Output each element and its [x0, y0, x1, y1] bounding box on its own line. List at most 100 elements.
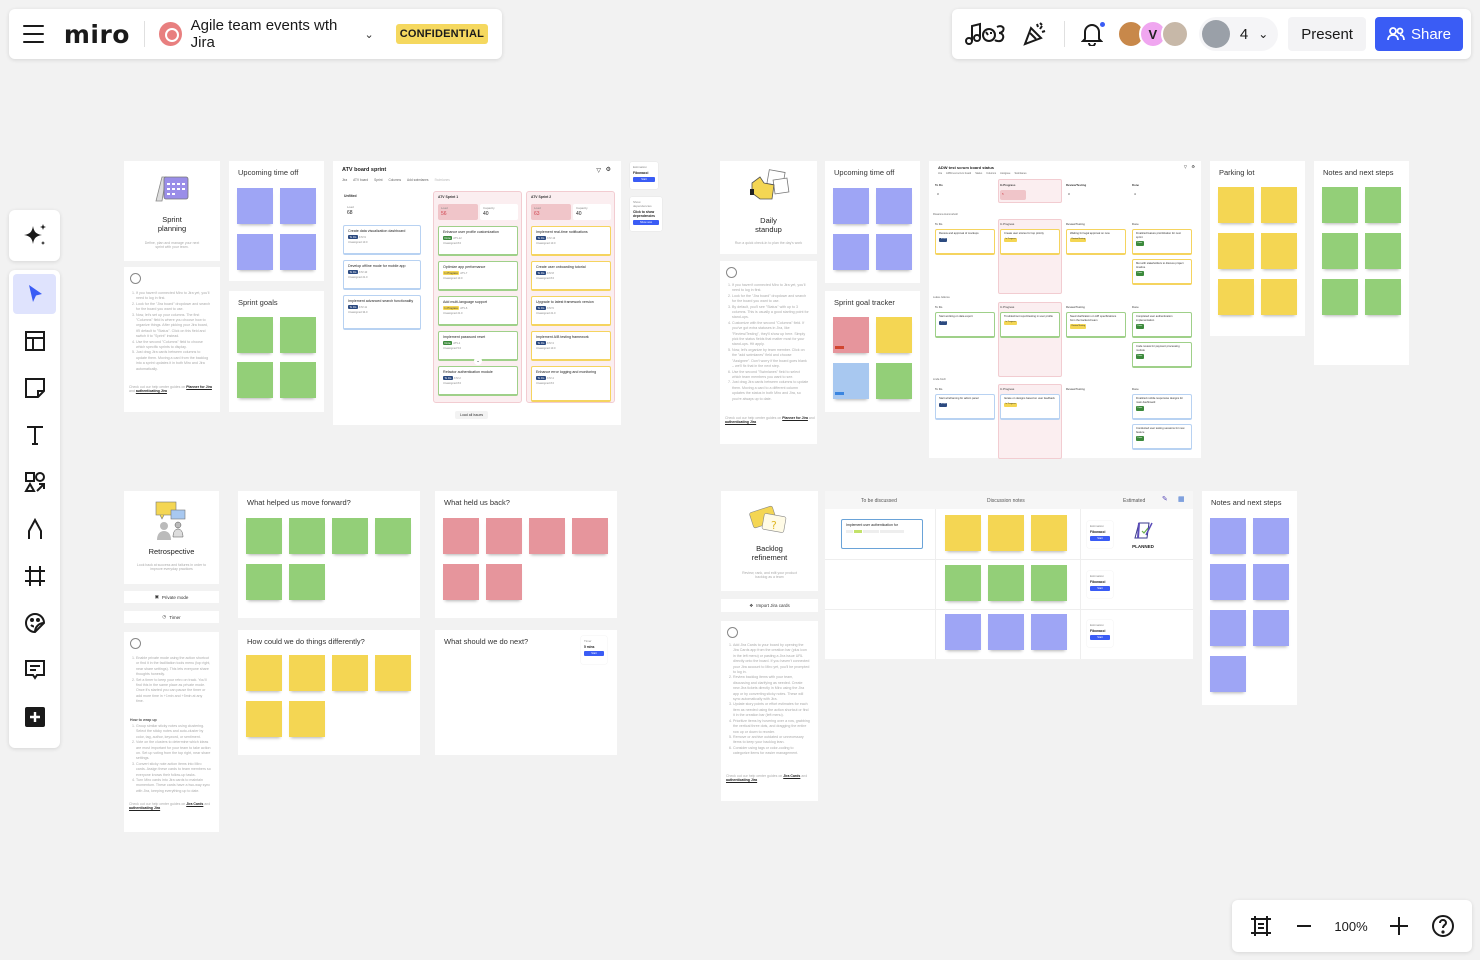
jira-card[interactable]: Implement A/B testing framework To Do AT…: [531, 331, 611, 361]
sticky-note[interactable]: [1031, 565, 1067, 601]
sticky-note[interactable]: [876, 234, 912, 270]
jira-card[interactable]: Create user stories for top priority In P…: [1000, 229, 1060, 255]
atv-board-sprint[interactable]: ATV board sprint ▽ ⚙ Jira ATV board Spri…: [333, 161, 621, 425]
sticky-note[interactable]: [988, 565, 1024, 601]
sticky-note[interactable]: [375, 518, 411, 554]
timer-widget[interactable]: Timer 5 mins Start: [581, 636, 607, 664]
sticky-note[interactable]: [246, 518, 282, 554]
sticky-note[interactable]: [833, 363, 869, 399]
jira-card[interactable]: Met with stakeholders to discuss project…: [1132, 259, 1192, 285]
sticky-note[interactable]: [876, 363, 912, 399]
present-button[interactable]: Present: [1288, 17, 1366, 51]
sticky-note[interactable]: [375, 655, 411, 691]
sticky-note[interactable]: [237, 317, 273, 353]
estimation-widget[interactable]: Estimation Fibonacci Start: [1087, 571, 1113, 598]
sticky-note[interactable]: [945, 565, 981, 601]
sticky-note[interactable]: [280, 362, 316, 398]
filter-columns[interactable]: Columns: [388, 178, 401, 182]
sticky-note[interactable]: [988, 515, 1024, 551]
sticky-note[interactable]: [1210, 656, 1246, 692]
adw-scrum-board[interactable]: ADW test scrum board status ▽ ⚙ Jira ADW…: [929, 161, 1201, 459]
frame-tool[interactable]: [13, 556, 56, 596]
stickers-tool[interactable]: [13, 603, 56, 643]
sticky-note[interactable]: [1261, 187, 1297, 223]
sticky-note[interactable]: [529, 518, 565, 554]
sticky-note[interactable]: [833, 234, 869, 270]
dependencies-widget[interactable]: Show dependencies Click to show dependen…: [630, 197, 662, 231]
sticky-note[interactable]: [945, 614, 981, 650]
start-timer-button[interactable]: Start: [584, 651, 604, 656]
filter-icon[interactable]: ▽: [1184, 164, 1187, 169]
sticky-note[interactable]: [1218, 187, 1254, 223]
jira-card[interactable]: Add multi-language support In Progress A…: [438, 296, 518, 326]
help-link[interactable]: authenticating Jira: [725, 420, 756, 424]
filter-swimlanes-2[interactable]: Swimlanes: [434, 178, 449, 182]
sticky-note[interactable]: [237, 234, 273, 270]
jira-card[interactable]: Implement advanced search functionality …: [343, 295, 421, 330]
sticky-note[interactable]: [833, 317, 869, 353]
confidential-badge[interactable]: CONFIDENTIAL: [395, 24, 489, 44]
start-estimation-button[interactable]: Start: [1090, 586, 1110, 591]
sticky-note[interactable]: [246, 701, 282, 737]
jira-card[interactable]: Finalized feature prioritization for nex…: [1132, 229, 1192, 255]
main-menu-icon[interactable]: [23, 25, 44, 43]
sticky-note[interactable]: [332, 655, 368, 691]
help-link[interactable]: authenticating Jira: [726, 778, 757, 782]
help-link[interactable]: Planner for Jira: [186, 385, 212, 389]
expand-chevron-icon[interactable]: ⌄: [474, 357, 482, 365]
jira-card[interactable]: Create user onboarding tutorial To Do AT…: [531, 261, 611, 291]
sticky-note[interactable]: [289, 518, 325, 554]
sticky-note[interactable]: [443, 564, 479, 600]
estimation-widget[interactable]: Estimation Fibonacci Start: [1087, 620, 1113, 647]
jira-card[interactable]: Conducted user testing sessions for new …: [1132, 424, 1192, 450]
upcoming-time-off-frame[interactable]: Upcoming time off: [825, 161, 920, 283]
sticky-note[interactable]: [876, 188, 912, 224]
sticky-note[interactable]: [1253, 610, 1289, 646]
sticky-note[interactable]: [443, 518, 479, 554]
private-mode-button[interactable]: ▣ Private mode: [124, 591, 219, 603]
backlog-intro[interactable]: ? Backlog refinement Review, rank, and e…: [721, 491, 818, 591]
retrospective-instructions[interactable]: Enable private mode using the action sho…: [124, 632, 219, 832]
filter-board[interactable]: ATV board: [353, 178, 368, 182]
retrospective-intro[interactable]: Retrospective Look back at success and f…: [124, 491, 219, 584]
sprint-goal-tracker-frame[interactable]: Sprint goal tracker: [825, 291, 920, 412]
jira-card[interactable]: Waiting for legal approval on new Review/…: [1066, 229, 1126, 255]
sticky-note[interactable]: [246, 564, 282, 600]
sticky-note[interactable]: [1210, 564, 1246, 600]
sticky-note[interactable]: [1218, 279, 1254, 315]
estimation-widget[interactable]: Estimation Fibonacci Start: [1087, 521, 1113, 548]
timer-button[interactable]: ◷ Timer: [124, 611, 219, 623]
help-link[interactable]: authenticating Jira: [129, 806, 160, 810]
jira-card[interactable]: Finalized mobile responsive designs for …: [1132, 394, 1192, 420]
jira-card[interactable]: Enhance error logging and monitoring To …: [531, 366, 611, 402]
sticky-note[interactable]: [289, 701, 325, 737]
help-link[interactable]: authenticating Jira: [136, 389, 167, 393]
jira-card[interactable]: Develop offline mode for mobile app To D…: [343, 260, 421, 290]
sticky-note[interactable]: [1365, 187, 1401, 223]
sticky-note[interactable]: [1210, 610, 1246, 646]
sticky-note[interactable]: [1253, 564, 1289, 600]
jira-card[interactable]: Review and approval of mockups To Do: [935, 229, 995, 255]
jira-card[interactable]: Code review for payment processing modul…: [1132, 342, 1192, 368]
jira-card[interactable]: Troubleshoot report/testing in user prof…: [1000, 312, 1060, 338]
zoom-in-button[interactable]: [1389, 916, 1409, 936]
jira-card[interactable]: Start working on data export To Do: [935, 312, 995, 338]
notes-next-steps-frame[interactable]: Notes and next steps: [1314, 161, 1409, 365]
load-all-issues-button[interactable]: Load all issues: [455, 411, 489, 419]
sticky-note[interactable]: [1210, 518, 1246, 554]
ai-assistant-button[interactable]: [9, 210, 60, 261]
sticky-note-tool[interactable]: [13, 368, 56, 408]
held-back-frame[interactable]: What held us back?: [435, 491, 617, 618]
sticky-note[interactable]: [486, 564, 522, 600]
jira-card[interactable]: Iterate on designs based on user feedbac…: [1000, 394, 1060, 420]
settings-gear-icon[interactable]: ⚙: [606, 166, 611, 173]
import-jira-cards-button[interactable]: ❖ Import Jira cards: [721, 599, 818, 612]
sticky-note[interactable]: [1031, 515, 1067, 551]
help-link[interactable]: Planner for Jira: [782, 416, 808, 420]
upcoming-time-off-frame[interactable]: Upcoming time off: [229, 161, 324, 281]
sticky-note[interactable]: [237, 188, 273, 224]
daily-standup-intro[interactable]: Daily standup Run a quick check-in to pl…: [720, 161, 817, 254]
planned-sticker[interactable]: PLANNED: [1130, 521, 1156, 549]
jira-card[interactable]: Upgrade to latest framework version To D…: [531, 296, 611, 326]
jira-card[interactable]: Completed user authentication implementa…: [1132, 312, 1192, 338]
